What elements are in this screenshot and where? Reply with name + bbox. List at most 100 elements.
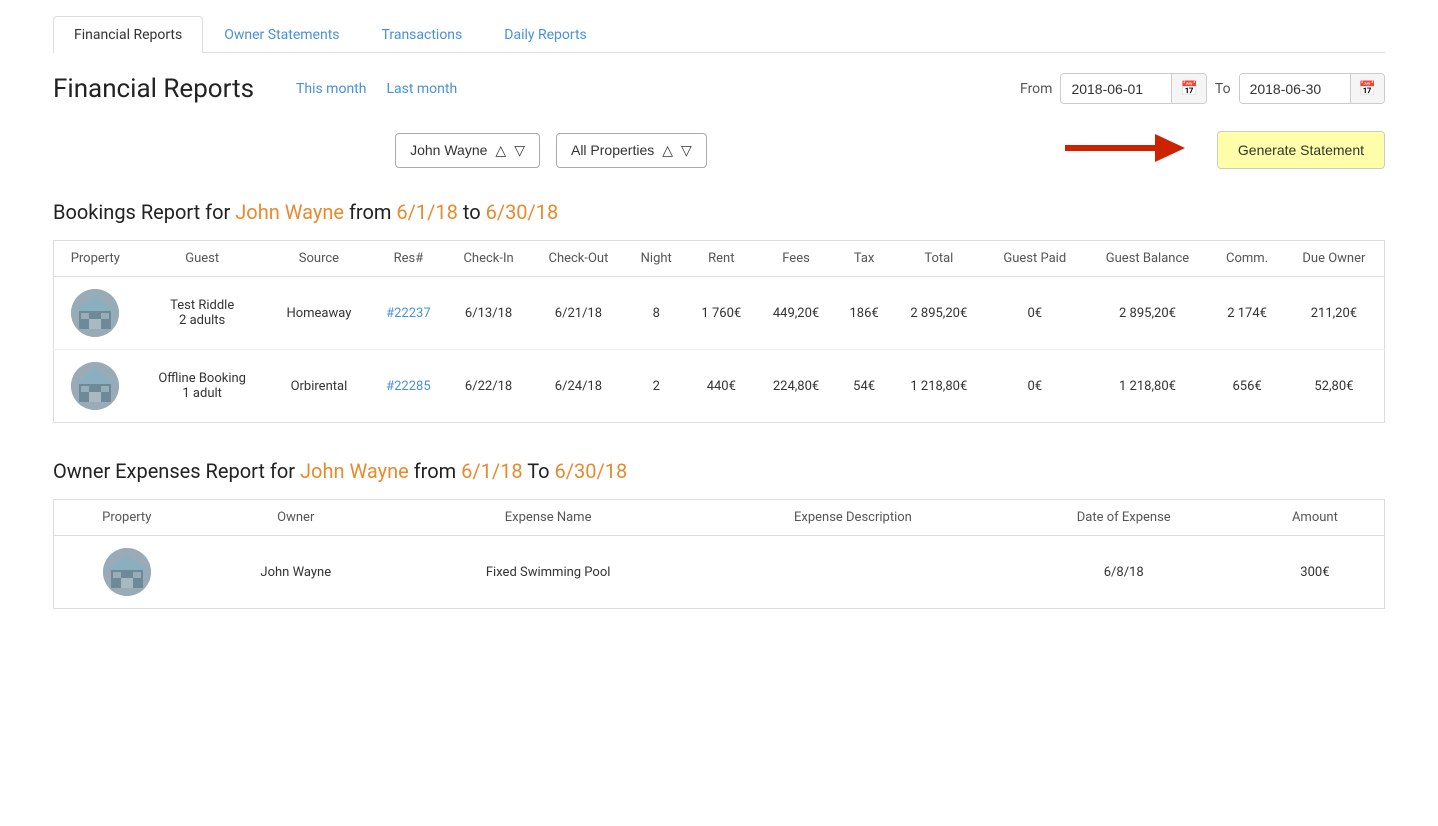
to-calendar-button[interactable]: 📅 <box>1350 74 1384 103</box>
cell-checkout: 6/24/18 <box>530 350 626 423</box>
exp-cell-expense-desc <box>704 536 1001 609</box>
cell-comm: 2 174€ <box>1210 277 1283 350</box>
cell-guest: Test Riddle2 adults <box>137 277 268 350</box>
owner-select-arrow-down-icon: ▽ <box>514 142 525 159</box>
cell-total: 1 218,80€ <box>893 350 985 423</box>
col-comm: Comm. <box>1210 241 1283 277</box>
property-avatar <box>71 362 119 410</box>
property-select[interactable]: All Properties △▽ <box>556 133 707 168</box>
cell-rent: 440€ <box>686 350 757 423</box>
cell-guest-balance: 2 895,20€ <box>1085 277 1211 350</box>
cell-due-owner: 52,80€ <box>1284 350 1385 423</box>
cell-source: Orbirental <box>268 350 370 423</box>
property-select-arrow-icon: △ <box>662 142 673 159</box>
col-guest-paid: Guest Paid <box>985 241 1085 277</box>
cell-checkout: 6/21/18 <box>530 277 626 350</box>
col-fees: Fees <box>757 241 836 277</box>
page-title: Financial Reports <box>53 74 254 104</box>
table-row: Offline Booking1 adult Orbirental #22285… <box>54 350 1385 423</box>
exp-cell-amount: 300€ <box>1246 536 1385 609</box>
col-guest-balance: Guest Balance <box>1085 241 1211 277</box>
cell-comm: 656€ <box>1210 350 1283 423</box>
col-rent: Rent <box>686 241 757 277</box>
last-month-link[interactable]: Last month <box>386 81 457 97</box>
from-date-input[interactable] <box>1061 75 1171 103</box>
exp-cell-owner: John Wayne <box>199 536 392 609</box>
exp-cell-property <box>54 536 200 609</box>
col-checkin: Check-In <box>447 241 531 277</box>
expenses-report-title: Owner Expenses Report for John Wayne fro… <box>53 459 1385 483</box>
controls-row: John Wayne △▽ All Properties △▽ Generate… <box>53 128 1385 172</box>
controls-left: John Wayne △▽ All Properties △▽ <box>53 133 1049 168</box>
exp-cell-date: 6/8/18 <box>1002 536 1246 609</box>
generate-statement-button[interactable]: Generate Statement <box>1217 131 1385 169</box>
col-night: Night <box>626 241 686 277</box>
tab-daily-reports[interactable]: Daily Reports <box>483 16 608 53</box>
col-total: Total <box>893 241 985 277</box>
tab-transactions[interactable]: Transactions <box>361 16 484 53</box>
property-avatar <box>103 548 151 596</box>
cell-fees: 224,80€ <box>757 350 836 423</box>
col-property: Property <box>54 241 137 277</box>
expenses-table: Property Owner Expense Name Expense Desc… <box>53 499 1385 609</box>
exp-col-date: Date of Expense <box>1002 500 1246 536</box>
exp-cell-expense-name: Fixed Swimming Pool <box>392 536 704 609</box>
cell-rent: 1 760€ <box>686 277 757 350</box>
cell-fees: 449,20€ <box>757 277 836 350</box>
date-shortcuts: This month Last month <box>296 81 1008 97</box>
to-label: To <box>1215 81 1231 97</box>
this-month-link[interactable]: This month <box>296 81 366 97</box>
exp-col-amount: Amount <box>1246 500 1385 536</box>
cell-checkin: 6/13/18 <box>447 277 531 350</box>
tab-owner-statements[interactable]: Owner Statements <box>203 16 360 53</box>
cell-due-owner: 211,20€ <box>1284 277 1385 350</box>
cell-night: 2 <box>626 350 686 423</box>
cell-guest: Offline Booking1 adult <box>137 350 268 423</box>
cell-guest-balance: 1 218,80€ <box>1085 350 1211 423</box>
col-checkout: Check-Out <box>530 241 626 277</box>
bookings-table: Property Guest Source Res# Check-In Chec… <box>53 240 1385 423</box>
header-row: Financial Reports This month Last month … <box>53 73 1385 104</box>
table-row: Test Riddle2 adults Homeaway #22237 6/13… <box>54 277 1385 350</box>
red-arrow-indicator <box>1065 128 1185 172</box>
cell-property <box>54 277 137 350</box>
col-source: Source <box>268 241 370 277</box>
property-select-arrow-down-icon: ▽ <box>681 142 692 159</box>
bookings-table-header-row: Property Guest Source Res# Check-In Chec… <box>54 241 1385 277</box>
from-date-wrapper: 📅 <box>1060 73 1206 104</box>
expenses-table-header-row: Property Owner Expense Name Expense Desc… <box>54 500 1385 536</box>
cell-night: 8 <box>626 277 686 350</box>
cell-property <box>54 350 137 423</box>
property-avatar <box>71 289 119 337</box>
cell-res[interactable]: #22285 <box>370 350 447 423</box>
expenses-report-section: Owner Expenses Report for John Wayne fro… <box>53 459 1385 609</box>
bookings-report-section: Bookings Report for John Wayne from 6/1/… <box>53 200 1385 423</box>
cell-guest-paid: 0€ <box>985 350 1085 423</box>
cell-res[interactable]: #22237 <box>370 277 447 350</box>
col-res: Res# <box>370 241 447 277</box>
col-tax: Tax <box>836 241 893 277</box>
tab-financial-reports[interactable]: Financial Reports <box>53 16 203 53</box>
cell-guest-paid: 0€ <box>985 277 1085 350</box>
cell-tax: 54€ <box>836 350 893 423</box>
to-date-input[interactable] <box>1240 75 1350 103</box>
owner-select[interactable]: John Wayne △▽ <box>395 133 540 168</box>
to-date-wrapper: 📅 <box>1239 73 1385 104</box>
table-row: John Wayne Fixed Swimming Pool 6/8/18 30… <box>54 536 1385 609</box>
tab-bar: Financial Reports Owner Statements Trans… <box>53 16 1385 53</box>
col-guest: Guest <box>137 241 268 277</box>
col-due-owner: Due Owner <box>1284 241 1385 277</box>
controls-right: Generate Statement <box>1065 128 1385 172</box>
from-label: From <box>1020 81 1052 97</box>
date-range: From 📅 To 📅 <box>1020 73 1385 104</box>
owner-select-arrow-icon: △ <box>495 142 506 159</box>
from-calendar-button[interactable]: 📅 <box>1171 74 1205 103</box>
exp-col-expense-desc: Expense Description <box>704 500 1001 536</box>
cell-total: 2 895,20€ <box>893 277 985 350</box>
exp-col-property: Property <box>54 500 200 536</box>
exp-col-owner: Owner <box>199 500 392 536</box>
bookings-report-title: Bookings Report for John Wayne from 6/1/… <box>53 200 1385 224</box>
exp-col-expense-name: Expense Name <box>392 500 704 536</box>
cell-tax: 186€ <box>836 277 893 350</box>
cell-source: Homeaway <box>268 277 370 350</box>
